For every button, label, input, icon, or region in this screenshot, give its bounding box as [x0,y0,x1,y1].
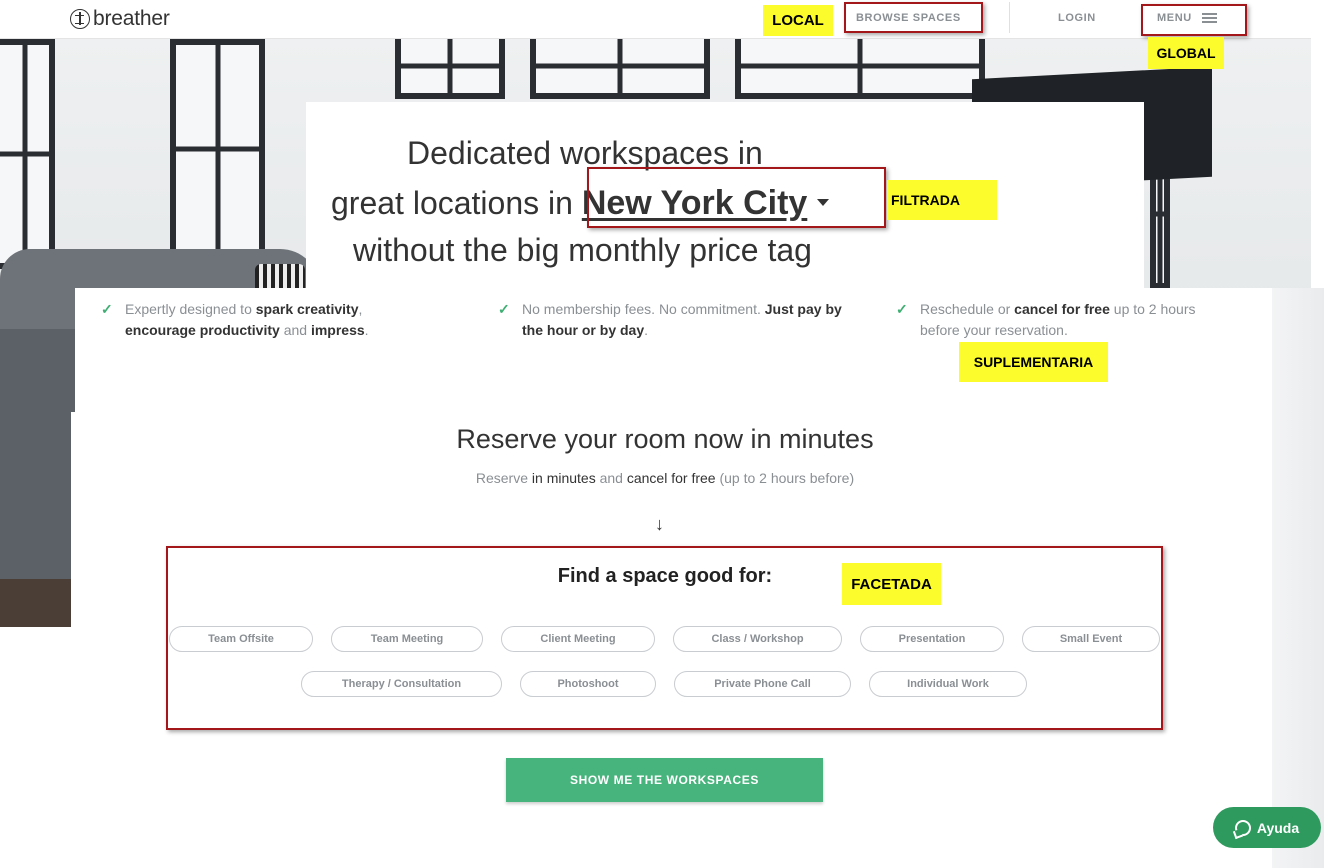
hero-line-3: without the big monthly price tag [353,232,812,268]
check-icon: ✓ [896,301,908,317]
annotation-box-browse [844,2,983,33]
annotation-local: LOCAL [763,5,833,36]
window [0,39,55,269]
reserve-sub-text: and [595,470,627,486]
breather-logo-icon [70,9,90,29]
annotation-facetada: FACETADA [842,563,941,605]
check-icon: ✓ [498,301,510,317]
logo-text: breather [93,7,170,30]
logo[interactable]: breather [70,7,170,31]
benefit-text: , [358,301,363,317]
benefit-emphasis: impress [310,322,365,338]
reserve-title: Reserve your room now in minutes [456,424,874,454]
nav-divider [1009,2,1010,33]
window [530,39,710,99]
reserve-subtitle: Reserve in minutes and cancel for free (… [75,470,1255,486]
benefit-text: . [644,322,649,338]
window [395,39,505,99]
chat-bubble-icon [1234,819,1251,836]
annotation-global: GLOBAL [1148,37,1224,69]
benefit-text: Reschedule or [920,301,1015,317]
arrow-down-icon: ↓ [655,514,664,534]
help-button[interactable]: Ayuda [1213,807,1321,848]
benefit-emphasis: encourage productivity [125,322,280,338]
floor [0,579,75,627]
check-icon: ✓ [101,301,113,317]
benefit-text: . [364,322,369,338]
help-label: Ayuda [1256,819,1300,836]
benefit-text: No membership fees. No commitment. [522,301,765,317]
annotation-box-city [587,167,886,228]
side-panel-background [1272,288,1324,868]
benefit-text: Expertly designed to [125,301,256,317]
window [735,39,985,99]
annotation-suplementaria: SUPLEMENTARIA [959,342,1108,382]
reserve-sub-emphasis: cancel for free [626,470,716,486]
benefit-pricing: ✓ No membership fees. No commitment. Jus… [498,299,852,341]
reserve-sub-text: (up to 2 hours before) [715,470,855,486]
login-link[interactable]: LOGIN [1058,12,1096,24]
benefit-design: ✓ Expertly designed to spark creativity,… [101,299,425,341]
annotation-filtrada: FILTRADA [887,180,997,220]
reserve-sub-emphasis: in minutes [531,470,596,486]
show-workspaces-button[interactable]: SHOW ME THE WORKSPACES [506,758,823,802]
hero-line-2-prefix: great locations in [331,185,573,221]
benefit-cancellation: ✓ Reschedule or cancel for free up to 2 … [896,299,1220,341]
benefit-emphasis: cancel for free [1014,301,1110,317]
annotation-box-facets [166,546,1163,730]
reserve-sub-text: Reserve [475,470,532,486]
window [170,39,265,259]
top-nav-bar: breather BROWSE SPACES LOGIN MENU [0,0,1311,39]
annotation-box-menu [1141,4,1247,36]
benefit-text: and [279,322,311,338]
benefit-emphasis: spark creativity [255,301,359,317]
